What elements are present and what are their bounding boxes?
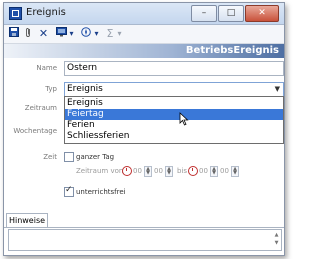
von-minute-field[interactable]: 00 <box>154 167 163 175</box>
banner-title: BetriebsEreignis <box>185 45 279 56</box>
event-window: Ereignis – □ ✕ ✕ ▾ ▾ Σ ▾ BetriebsEreigni… <box>3 2 285 256</box>
tab-hinweise[interactable]: Hinweise <box>6 213 48 227</box>
von-hour-spinner[interactable]: ▲ ▼ <box>144 166 152 177</box>
bis-minute-spinner[interactable]: ▲ ▼ <box>231 166 239 177</box>
window-title: Ereignis <box>26 7 66 18</box>
compass-dropdown-icon[interactable]: ▾ <box>93 27 100 40</box>
maximize-button[interactable]: □ <box>218 5 244 22</box>
dropdown-option-ferien[interactable]: Ferien <box>65 120 283 131</box>
compass-icon[interactable] <box>80 27 92 40</box>
sigma-dropdown-icon[interactable]: ▾ <box>116 27 123 40</box>
zeitraum-von-label: Zeitraum von <box>76 167 124 175</box>
von-minute-spinner[interactable]: ▲ ▼ <box>165 166 173 177</box>
dropdown-option-feiertag[interactable]: Feiertag <box>65 109 283 120</box>
name-label: Name <box>36 64 57 72</box>
typ-label: Typ <box>45 85 57 93</box>
sigma-icon[interactable]: Σ <box>105 27 115 40</box>
dropdown-option-ereignis[interactable]: Ereignis <box>65 98 283 109</box>
minimize-button[interactable]: – <box>191 5 217 22</box>
clock-icon <box>188 166 198 176</box>
save-icon[interactable] <box>8 27 20 40</box>
scrollbar[interactable]: ▲ ▼ <box>273 231 280 248</box>
monitor-icon[interactable] <box>55 27 67 40</box>
monitor-dropdown-icon[interactable]: ▾ <box>68 27 75 40</box>
ganzer-tag-label: ganzer Tag <box>76 153 115 161</box>
typ-dropdown-list: Ereignis Feiertag Ferien Schliessferien <box>64 96 284 144</box>
name-input[interactable]: Ostern <box>64 61 284 76</box>
delete-button[interactable]: ✕ <box>38 27 49 40</box>
mouse-cursor-icon <box>179 112 189 126</box>
tab-bar: Hinweise <box>4 213 284 228</box>
bis-hour-spinner[interactable]: ▲ ▼ <box>210 166 218 177</box>
banner: BetriebsEreignis <box>4 44 284 58</box>
unterrichtsfrei-label: unterrichtsfrei <box>76 188 126 196</box>
paperclip-icon[interactable] <box>23 27 33 40</box>
title-bar[interactable]: Ereignis – □ ✕ <box>4 3 284 25</box>
unterrichtsfrei-checkbox[interactable] <box>64 185 74 197</box>
toolbar: ✕ ▾ ▾ Σ ▾ <box>4 25 284 44</box>
bis-hour-field[interactable]: 00 <box>199 167 208 175</box>
typ-select[interactable]: Ereignis ▼ <box>64 82 284 97</box>
ganzer-tag-checkbox[interactable] <box>64 152 74 162</box>
wochentage-label: Wochentage <box>13 127 57 135</box>
von-hour-field[interactable]: 00 <box>133 167 142 175</box>
dropdown-option-schliessferien[interactable]: Schliessferien <box>65 131 283 142</box>
close-button[interactable]: ✕ <box>245 5 279 22</box>
bis-label: bis <box>177 167 188 175</box>
clock-icon <box>122 166 132 176</box>
app-icon <box>9 7 22 20</box>
hinweise-textarea[interactable]: ▲ ▼ <box>8 229 282 251</box>
chevron-down-icon: ▼ <box>274 85 280 93</box>
zeitraum-label: Zeitraum <box>24 104 57 112</box>
zeit-label: Zeit <box>43 153 57 161</box>
typ-select-value: Ereignis <box>67 84 103 94</box>
bis-minute-field[interactable]: 00 <box>220 167 229 175</box>
